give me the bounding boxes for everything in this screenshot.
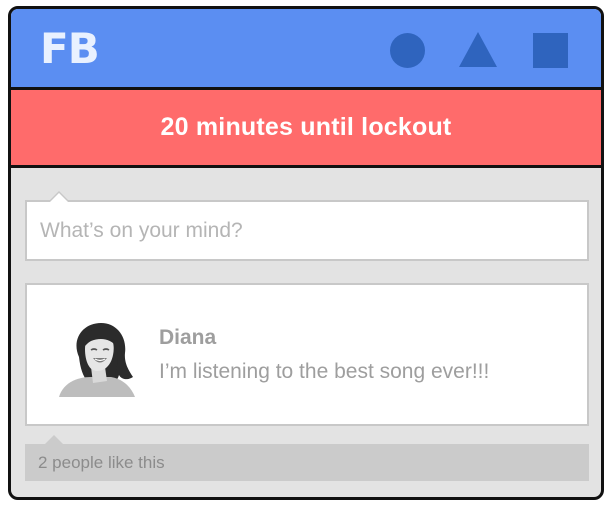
likes-count-text[interactable]: 2 people like this [38,453,165,473]
circle-icon[interactable] [390,33,425,68]
user-avatar[interactable] [57,317,137,397]
top-navigation-bar: FB [11,9,601,90]
app-window: FB 20 minutes until lockout What’s on yo… [8,6,604,500]
composer-pointer [48,191,70,202]
status-composer [25,191,589,261]
lockout-message: 20 minutes until lockout [160,113,452,141]
status-input[interactable] [27,202,587,259]
lockout-banner: 20 minutes until lockout [11,90,601,168]
likes-pointer [45,435,63,444]
feed-post: Diana I’m listening to the best song eve… [25,283,589,426]
post-author-name[interactable]: Diana [159,326,216,350]
app-logo[interactable]: FB [40,23,100,75]
square-icon[interactable] [533,33,568,68]
triangle-icon[interactable] [459,32,497,67]
post-body-text: I’m listening to the best song ever!!! [159,360,490,383]
likes-bar: 2 people like this [25,435,589,481]
